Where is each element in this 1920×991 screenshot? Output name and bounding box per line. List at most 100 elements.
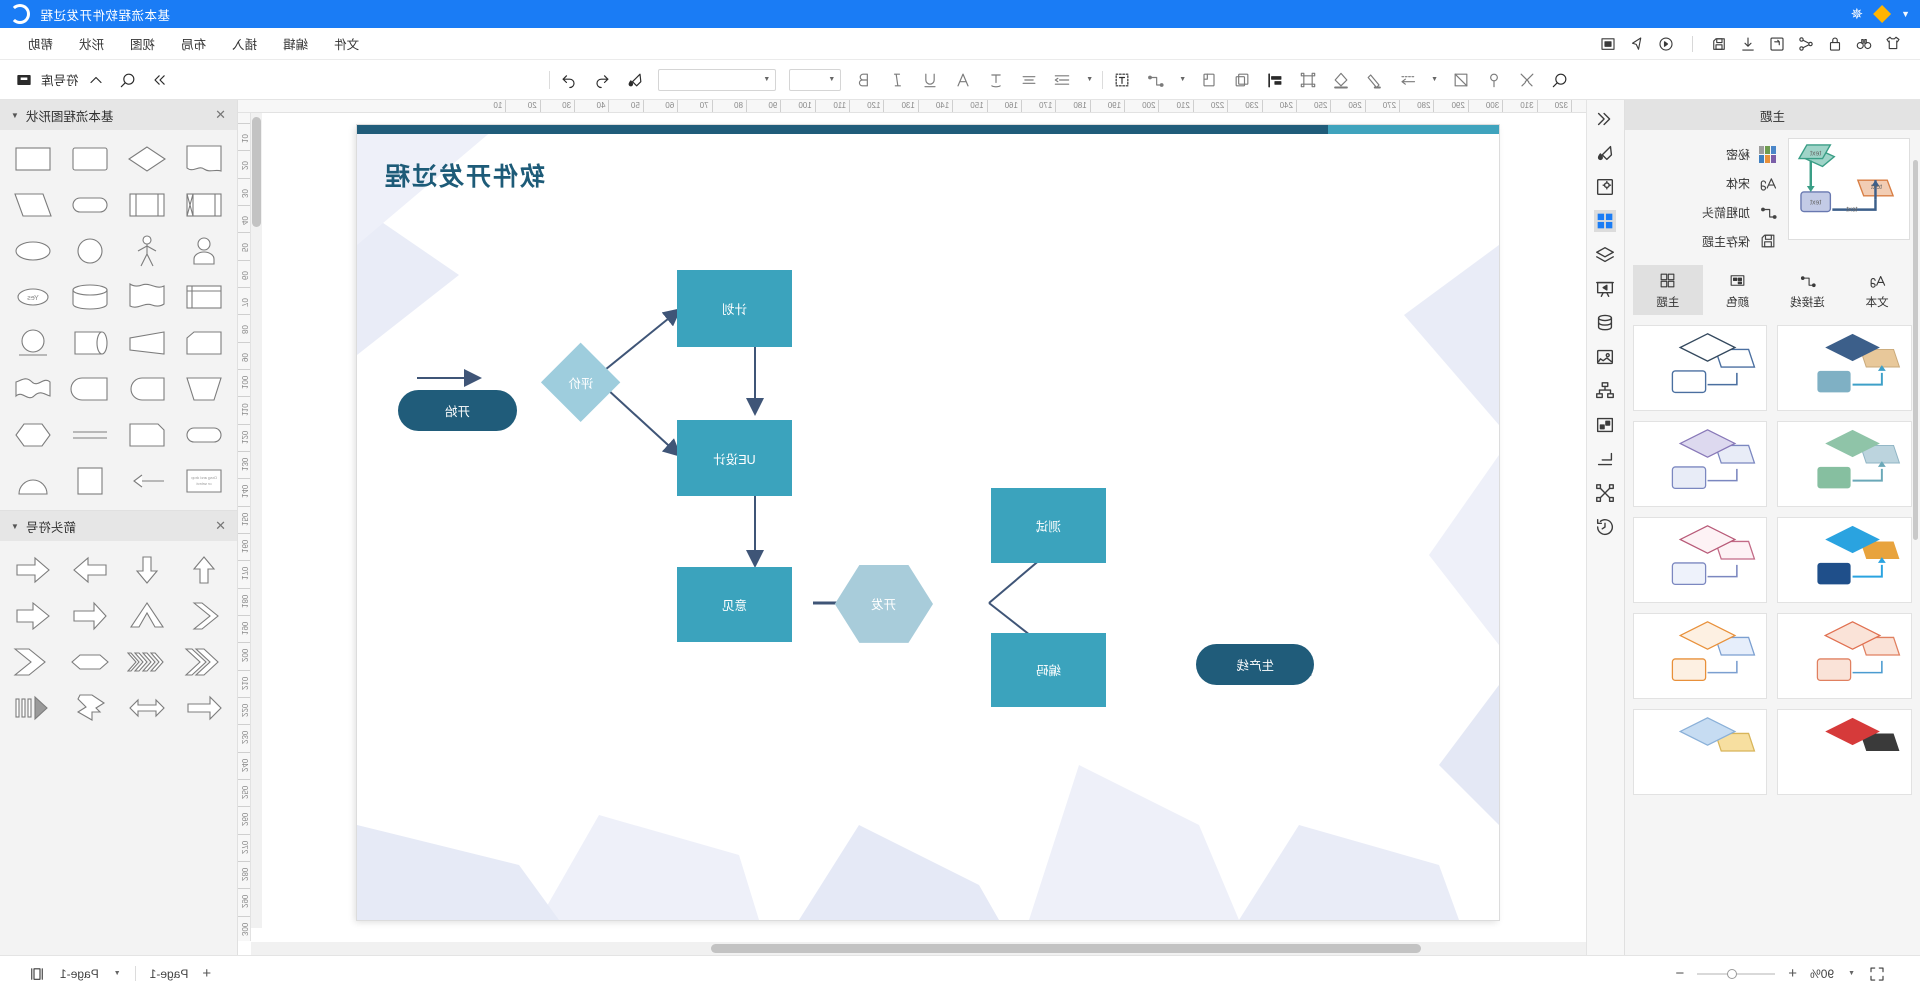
arrow-bidirectional-icon[interactable] (120, 686, 175, 730)
shape-stadium2[interactable] (177, 413, 232, 457)
fill-bucket-icon[interactable] (1595, 142, 1617, 164)
database-icon[interactable] (1595, 312, 1617, 334)
shape-terminator[interactable] (62, 367, 117, 411)
export-icon[interactable] (1768, 35, 1786, 53)
node-start[interactable]: 开始 (398, 389, 517, 432)
callout-icon[interactable] (1595, 448, 1617, 470)
zoom-icon[interactable] (1550, 70, 1570, 90)
fill-color-icon[interactable] (1331, 70, 1351, 90)
hex-arrow-icon[interactable] (62, 640, 117, 684)
node-release[interactable]: 生产线 (1196, 644, 1314, 686)
save-icon[interactable] (1710, 35, 1728, 53)
chevron-down-icon[interactable]: ▼ (1848, 970, 1855, 977)
shape-person-head[interactable] (177, 229, 232, 273)
theme-option-connector[interactable]: 加粗箭头 (1702, 202, 1778, 222)
menu-item-file[interactable]: 文件 (334, 34, 359, 53)
history-icon[interactable] (1595, 516, 1617, 538)
text-shadow-icon[interactable] (986, 70, 1006, 90)
theme-grid-icon[interactable] (1594, 210, 1617, 232)
shape-person-figure[interactable] (120, 229, 175, 273)
close-icon[interactable]: ✕ (215, 107, 226, 123)
theme-card[interactable] (1777, 613, 1912, 699)
canvas-area[interactable]: 320 310 300 290 280 270 260 250 240 230 220 210 200 1… (238, 100, 1586, 955)
connector-type-icon[interactable] (1145, 70, 1165, 90)
shape-icon[interactable] (1451, 70, 1471, 90)
node-coding[interactable]: 编码 (990, 633, 1107, 707)
menu-item-layout[interactable]: 布局 (181, 34, 206, 53)
horizontal-ruler[interactable]: 320 310 300 290 280 270 260 250 240 230 220 210 200 1… (238, 100, 1586, 113)
pen-icon[interactable] (1364, 70, 1384, 90)
theme-card[interactable] (1777, 517, 1912, 603)
zoom-out-button[interactable]: − (1676, 965, 1685, 982)
paste-icon[interactable] (1199, 70, 1219, 90)
share-nodes-icon[interactable] (1797, 35, 1815, 53)
shape-wave2[interactable] (5, 367, 60, 411)
align-icon[interactable] (1265, 70, 1285, 90)
template-shirt-icon[interactable] (1884, 35, 1902, 53)
shape-table-box[interactable] (177, 275, 232, 319)
theme-card[interactable] (1633, 325, 1768, 411)
arrow-bent-z-icon[interactable] (62, 686, 117, 730)
tab-theme[interactable]: 主题 (1633, 265, 1703, 315)
collapse-chevrons-icon[interactable] (1595, 108, 1617, 130)
quad-chevron-left-icon[interactable] (120, 640, 175, 684)
align-center-icon[interactable] (1019, 70, 1039, 90)
double-chevron-left-icon[interactable] (177, 640, 232, 684)
bold-icon[interactable] (854, 70, 874, 90)
node-review[interactable]: 评价 (521, 341, 640, 424)
theme-card[interactable] (1777, 421, 1912, 507)
theme-card[interactable] (1633, 613, 1768, 699)
italic-icon[interactable] (887, 70, 907, 90)
shape-square[interactable] (62, 459, 117, 503)
theme-card[interactable] (1633, 421, 1768, 507)
tools-icon[interactable] (1517, 70, 1537, 90)
shape-trapezoid[interactable] (177, 367, 232, 411)
arrow-left-wide-icon[interactable] (62, 594, 117, 638)
shape-rectangle[interactable] (5, 137, 60, 181)
vertical-ruler[interactable]: 10 20 30 40 50 60 70 80 90 100 110 120 130 140 150 160 1… (238, 113, 251, 941)
tab-text[interactable]: 文本 (1842, 265, 1912, 315)
canvas-vertical-scrollbar[interactable] (251, 113, 262, 928)
shape-internal-storage[interactable] (177, 183, 232, 227)
shape-half-circle[interactable] (5, 459, 60, 503)
account-ring-icon[interactable] (10, 4, 30, 24)
theme-option-font[interactable]: 宋体 (1702, 173, 1778, 193)
shape-cylinder[interactable] (62, 275, 117, 319)
font-family-select[interactable]: ▼ (658, 68, 777, 91)
arrow-up-icon[interactable] (177, 548, 232, 592)
chevron-down-icon[interactable]: ▼ (1086, 76, 1093, 83)
fit-screen-icon[interactable] (1868, 965, 1886, 983)
zoom-in-button[interactable]: + (1788, 965, 1797, 982)
text-indent-icon[interactable] (1052, 70, 1072, 90)
canvas-horizontal-scrollbar[interactable] (251, 942, 1586, 955)
node-opinion[interactable]: 意见 (676, 567, 793, 642)
arrow-right-wide-icon[interactable] (5, 594, 60, 638)
font-size-select[interactable]: ▼ (789, 68, 842, 91)
arrow-left-thin-icon[interactable] (177, 686, 232, 730)
diamond-logo-icon[interactable] (1873, 5, 1891, 23)
search-icon[interactable] (118, 70, 138, 90)
node-test[interactable]: 测试 (990, 488, 1107, 564)
container-icon[interactable] (1595, 414, 1617, 436)
add-page-button[interactable]: + (202, 965, 211, 982)
lock-icon[interactable] (1826, 35, 1844, 53)
font-color-icon[interactable] (953, 70, 973, 90)
overflow-chevrons-icon[interactable] (150, 70, 170, 90)
undo-circle-icon[interactable] (1657, 35, 1675, 53)
shape-ellipse[interactable] (5, 229, 60, 273)
tab-connector[interactable]: 连接线 (1773, 265, 1843, 315)
shape-tape[interactable] (62, 321, 117, 365)
text-box-icon[interactable] (1112, 70, 1132, 90)
chevron-down-icon[interactable]: ▼ (1901, 9, 1910, 19)
shape-document[interactable] (177, 137, 232, 181)
connect-nodes-icon[interactable] (1595, 482, 1617, 504)
chevron-down-icon[interactable]: ▼ (1179, 76, 1186, 83)
theme-option-save[interactable]: 保存主题 (1702, 231, 1778, 251)
arrow-left-block-icon[interactable] (5, 548, 60, 592)
redo-icon[interactable] (559, 70, 579, 90)
menu-item-view[interactable]: 视图 (130, 34, 155, 53)
pennant-left-icon[interactable] (5, 640, 60, 684)
menu-item-help[interactable]: 帮助 (28, 34, 53, 53)
shape-card[interactable] (177, 321, 232, 365)
shape-circle-line[interactable] (5, 321, 60, 365)
